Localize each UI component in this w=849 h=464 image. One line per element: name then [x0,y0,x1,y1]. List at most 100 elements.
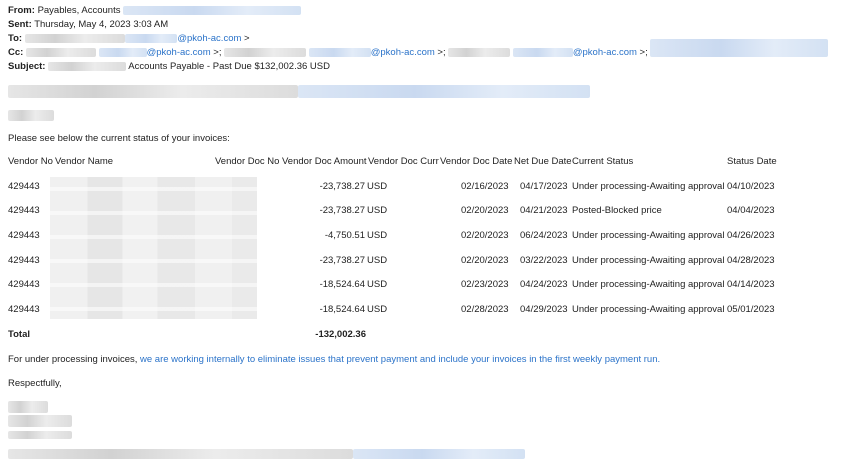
from-value[interactable]: Payables, Accounts [38,5,121,16]
header-vendor-doc-curr: Vendor Doc Curr [368,156,439,167]
header-vendor-name: Vendor Name [55,156,114,167]
header-vendor-doc-date: Vendor Doc Date [440,156,513,167]
footer-text: For under processing invoices, [8,354,138,365]
footer-paragraph: For under processing invoices, we are wo… [8,354,660,365]
cell-status: Under processing-Awaiting approval [572,230,725,241]
subject-label: Subject: [8,61,46,72]
header-vendor-doc-amount: Vendor Doc Amount [282,156,367,167]
sent-label: Sent: [8,19,32,30]
header-vendor-no: Vendor No [8,156,53,167]
redacted-vendor-names [50,177,257,319]
sent-value: Thursday, May 4, 2023 3:03 AM [34,19,169,30]
cell-curr: USD [367,255,388,266]
cell-curr: USD [367,304,388,315]
cc-label: Cc: [8,47,24,58]
cell-due-date: 04/17/2023 [520,181,568,192]
redacted-text [8,415,72,427]
to-label: To: [8,33,23,44]
to-suffix: > [244,33,250,44]
cc-email-1[interactable]: @pkoh-ac.com [147,47,211,58]
cell-vendor-no: 429443 [8,279,40,290]
header-net-due-date: Net Due Date [514,156,572,167]
cell-status: Under processing-Awaiting approval [572,279,725,290]
cell-doc-date: 02/20/2023 [461,205,509,216]
total-value: -132,002.36 [315,329,366,340]
cc-line: Cc: @pkoh-ac.com >; @pkoh-ac.com >; @pko… [8,39,829,59]
redacted-text [8,401,48,413]
table-row: 429443 -4,750.51 USD 02/20/2023 06/24/20… [0,230,849,244]
redacted-text [48,61,127,71]
cell-doc-date: 02/20/2023 [461,230,509,241]
header-status-date: Status Date [727,156,777,167]
subject-line: Subject: Accounts Payable - Past Due $13… [8,61,330,73]
from-label: From: [8,5,35,16]
header-vendor-doc-no: Vendor Doc No [215,156,280,167]
redacted-signature [8,415,72,427]
redacted-name [224,47,307,57]
table-row: 429443 -23,738.27 USD 02/16/2023 04/17/2… [0,181,849,195]
cell-vendor-no: 429443 [8,304,40,315]
table-row: 429443 -18,524.64 USD 02/28/2023 04/29/2… [0,304,849,318]
cell-status: Under processing-Awaiting approval [572,181,725,192]
cc-sep-3: >; [639,47,648,58]
from-line: From: Payables, Accounts [8,5,302,17]
redacted-text [8,110,54,121]
redacted-signature [8,430,72,441]
header-current-status: Current Status [572,156,634,167]
cell-vendor-no: 429443 [8,255,40,266]
table-total-row: Total -132,002.36 [0,329,849,343]
redacted-email [123,5,302,15]
redacted-greeting [8,85,590,98]
redacted-name [24,33,125,43]
redacted-email [512,47,573,57]
redacted-email [650,39,829,58]
cell-amount: -23,738.27 [319,255,365,266]
cell-due-date: 06/24/2023 [520,230,568,241]
cell-status: Posted-Blocked price [572,205,662,216]
table-row: 429443 -18,524.64 USD 02/23/2023 04/24/2… [0,279,849,293]
to-line: To: @pkoh-ac.com > [8,33,250,45]
cell-due-date: 04/21/2023 [520,205,568,216]
cell-curr: USD [367,279,388,290]
cell-amount: -18,524.64 [319,279,365,290]
redacted-name [448,47,511,57]
cell-status-date: 04/10/2023 [727,181,775,192]
cell-doc-date: 02/20/2023 [461,255,509,266]
sent-line: Sent: Thursday, May 4, 2023 3:03 AM [8,19,168,31]
cell-status: Under processing-Awaiting approval [572,255,725,266]
cell-vendor-no: 429443 [8,181,40,192]
cell-amount: -4,750.51 [324,230,365,241]
cell-vendor-no: 429443 [8,230,40,241]
cell-due-date: 04/29/2023 [520,304,568,315]
redacted-email [98,47,147,57]
redacted-text [8,85,298,98]
cell-due-date: 03/22/2023 [520,255,568,266]
cell-status-date: 04/28/2023 [727,255,775,266]
cc-sep-1: >; [213,47,222,58]
cell-status-date: 04/14/2023 [727,279,775,290]
cell-curr: USD [367,230,388,241]
cc-sep-2: >; [437,47,446,58]
cc-email-3[interactable]: @pkoh-ac.com [573,47,637,58]
cell-doc-date: 02/28/2023 [461,304,509,315]
intro-text: Please see below the current status of y… [8,133,230,144]
to-email[interactable]: @pkoh-ac.com [177,33,241,44]
subject-value: Accounts Payable - Past Due $132,002.36 … [128,61,330,72]
cell-curr: USD [367,181,388,192]
table-row: 429443 -23,738.27 USD 02/20/2023 03/22/2… [0,255,849,269]
cell-vendor-no: 429443 [8,205,40,216]
cell-due-date: 04/24/2023 [520,279,568,290]
redacted-email [125,33,178,43]
cell-amount: -23,738.27 [319,181,365,192]
cell-status-date: 04/04/2023 [727,205,775,216]
cc-email-2[interactable]: @pkoh-ac.com [371,47,435,58]
table-row: 429443 -23,738.27 USD 02/20/2023 04/21/2… [0,205,849,219]
redacted-text [298,85,590,98]
closing-text: Respectfully, [8,378,62,389]
cell-status-date: 05/01/2023 [727,304,775,315]
redacted-email [308,47,371,57]
cell-amount: -23,738.27 [319,205,365,216]
redacted-salutation [8,110,54,121]
cell-doc-date: 02/16/2023 [461,181,509,192]
redacted-name [25,47,96,57]
